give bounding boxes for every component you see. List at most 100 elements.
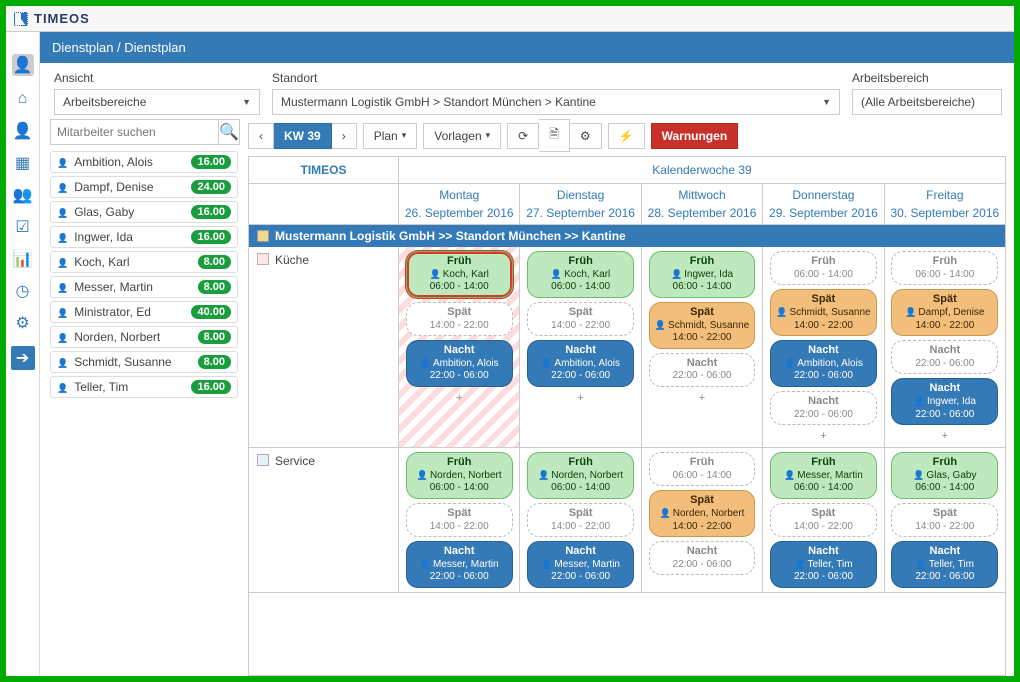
clock-icon[interactable]: ◷ bbox=[14, 282, 32, 300]
bolt-button[interactable]: ⚡ bbox=[608, 123, 645, 149]
home-icon[interactable]: ⌂ bbox=[14, 90, 32, 108]
day-cell[interactable]: Früh Messer, Martin 06:00 - 14:00 Spät 1… bbox=[763, 448, 884, 593]
shift-card[interactable]: Früh Glas, Gaby 06:00 - 14:00 bbox=[891, 452, 998, 499]
shift-card[interactable]: Nacht Ingwer, Ida 22:00 - 06:00 bbox=[891, 378, 998, 425]
shift-time: 14:00 - 22:00 bbox=[654, 332, 751, 345]
shift-card[interactable]: Früh 06:00 - 14:00 bbox=[770, 251, 877, 285]
hours-badge: 8.00 bbox=[198, 330, 231, 344]
shift-card[interactable]: Nacht Messer, Martin 22:00 - 06:00 bbox=[406, 541, 513, 588]
shift-time: 06:00 - 14:00 bbox=[654, 281, 751, 294]
shift-time: 22:00 - 06:00 bbox=[775, 409, 872, 422]
employee-item[interactable]: Messer, Martin 8.00 bbox=[50, 276, 238, 298]
shift-card[interactable]: Früh Koch, Karl 06:00 - 14:00 bbox=[406, 251, 513, 298]
shift-time: 22:00 - 06:00 bbox=[775, 571, 872, 584]
add-shift-button[interactable]: + bbox=[577, 391, 583, 405]
employee-item[interactable]: Glas, Gaby 16.00 bbox=[50, 201, 238, 223]
refresh-button[interactable]: ⟳ bbox=[507, 123, 539, 149]
employee-item[interactable]: Koch, Karl 8.00 bbox=[50, 251, 238, 273]
shift-card[interactable]: Spät 14:00 - 22:00 bbox=[406, 503, 513, 537]
day-header[interactable]: Donnerstag 29. September 2016 bbox=[763, 184, 884, 225]
day-header[interactable]: Dienstag 27. September 2016 bbox=[520, 184, 641, 225]
employee-item[interactable]: Teller, Tim 16.00 bbox=[50, 376, 238, 398]
day-cell[interactable]: Früh 06:00 - 14:00 Spät Schmidt, Susanne… bbox=[763, 247, 884, 448]
calendar-icon[interactable]: ▦ bbox=[14, 154, 32, 172]
shift-card[interactable]: Nacht Ambition, Alois 22:00 - 06:00 bbox=[770, 340, 877, 387]
add-shift-button[interactable]: + bbox=[942, 429, 948, 443]
shift-card[interactable]: Früh 06:00 - 14:00 bbox=[649, 452, 756, 486]
day-header[interactable]: Freitag 30. September 2016 bbox=[885, 184, 1005, 225]
shift-card[interactable]: Spät Dampf, Denise 14:00 - 22:00 bbox=[891, 289, 998, 336]
add-shift-button[interactable]: + bbox=[699, 391, 705, 405]
area-color-icon bbox=[257, 253, 269, 265]
people-icon[interactable]: 👥 bbox=[14, 186, 32, 204]
day-cell[interactable]: Früh Koch, Karl 06:00 - 14:00 Spät 14:00… bbox=[399, 247, 520, 448]
shift-person: Ambition, Alois bbox=[775, 358, 872, 371]
employee-item[interactable]: Ambition, Alois 16.00 bbox=[50, 151, 238, 173]
employee-item[interactable]: Norden, Norbert 8.00 bbox=[50, 326, 238, 348]
export-button[interactable]: 🗎 bbox=[539, 119, 570, 152]
shift-card[interactable]: Spät Norden, Norbert 14:00 - 22:00 bbox=[649, 490, 756, 537]
shift-card[interactable]: Früh Ingwer, Ida 06:00 - 14:00 bbox=[649, 251, 756, 298]
employee-name: Ministrator, Ed bbox=[57, 305, 151, 319]
employee-item[interactable]: Schmidt, Susanne 8.00 bbox=[50, 351, 238, 373]
employee-item[interactable]: Dampf, Denise 24.00 bbox=[50, 176, 238, 198]
person-icon bbox=[541, 559, 554, 570]
shift-card[interactable]: Spät Schmidt, Susanne 14:00 - 22:00 bbox=[649, 302, 756, 349]
day-cell[interactable]: Früh Koch, Karl 06:00 - 14:00 Spät 14:00… bbox=[520, 247, 641, 448]
shift-card[interactable]: Spät 14:00 - 22:00 bbox=[527, 302, 634, 336]
plan-menu-button[interactable]: Plan▾ bbox=[363, 123, 418, 149]
warnings-button[interactable]: Warnungen bbox=[651, 123, 739, 149]
shift-time: 14:00 - 22:00 bbox=[775, 521, 872, 534]
chart-icon[interactable]: 📊 bbox=[14, 250, 32, 268]
day-cell[interactable]: Früh Norden, Norbert 06:00 - 14:00 Spät … bbox=[520, 448, 641, 593]
arbeitsbereich-select[interactable]: (Alle Arbeitsbereiche) bbox=[852, 89, 1002, 115]
checklist-icon[interactable]: ☑ bbox=[14, 218, 32, 236]
day-cell[interactable]: Früh 06:00 - 14:00 Spät Dampf, Denise 14… bbox=[885, 247, 1005, 448]
gear-icon[interactable]: ⚙ bbox=[14, 314, 32, 332]
shift-card[interactable]: Nacht Messer, Martin 22:00 - 06:00 bbox=[527, 541, 634, 588]
shift-card[interactable]: Nacht Teller, Tim 22:00 - 06:00 bbox=[770, 541, 877, 588]
employee-item[interactable]: Ministrator, Ed 40.00 bbox=[50, 301, 238, 323]
add-shift-button[interactable]: + bbox=[456, 391, 462, 405]
shift-card[interactable]: Spät Schmidt, Susanne 14:00 - 22:00 bbox=[770, 289, 877, 336]
add-shift-button[interactable]: + bbox=[820, 429, 826, 443]
shift-card[interactable]: Spät 14:00 - 22:00 bbox=[891, 503, 998, 537]
hours-badge: 16.00 bbox=[191, 230, 231, 244]
shift-card[interactable]: Nacht 22:00 - 06:00 bbox=[770, 391, 877, 425]
shift-card[interactable]: Nacht Ambition, Alois 22:00 - 06:00 bbox=[406, 340, 513, 387]
current-user-avatar[interactable]: 👤 bbox=[12, 54, 34, 76]
employee-item[interactable]: Ingwer, Ida 16.00 bbox=[50, 226, 238, 248]
shift-card[interactable]: Früh Norden, Norbert 06:00 - 14:00 bbox=[527, 452, 634, 499]
day-header[interactable]: Montag 26. September 2016 bbox=[399, 184, 520, 225]
shift-card[interactable]: Nacht 22:00 - 06:00 bbox=[649, 541, 756, 575]
day-cell[interactable]: Früh Glas, Gaby 06:00 - 14:00 Spät 14:00… bbox=[885, 448, 1005, 593]
shift-card[interactable]: Spät 14:00 - 22:00 bbox=[406, 302, 513, 336]
current-week-button[interactable]: KW 39 bbox=[274, 123, 332, 149]
shift-card[interactable]: Früh Koch, Karl 06:00 - 14:00 bbox=[527, 251, 634, 298]
search-input[interactable] bbox=[50, 119, 219, 145]
prev-week-button[interactable]: ‹ bbox=[248, 123, 274, 149]
shift-card[interactable]: Nacht Ambition, Alois 22:00 - 06:00 bbox=[527, 340, 634, 387]
day-header[interactable]: Mittwoch 28. September 2016 bbox=[642, 184, 763, 225]
shift-card[interactable]: Nacht Teller, Tim 22:00 - 06:00 bbox=[891, 541, 998, 588]
shift-card[interactable]: Früh Messer, Martin 06:00 - 14:00 bbox=[770, 452, 877, 499]
ansicht-select[interactable]: Arbeitsbereiche ▼ bbox=[54, 89, 260, 115]
standort-select[interactable]: Mustermann Logistik GmbH > Standort Münc… bbox=[272, 89, 840, 115]
shift-card[interactable]: Nacht 22:00 - 06:00 bbox=[891, 340, 998, 374]
next-week-button[interactable]: › bbox=[332, 123, 357, 149]
person-icon[interactable]: 👤 bbox=[14, 122, 32, 140]
templates-menu-button[interactable]: Vorlagen▾ bbox=[423, 123, 501, 149]
shift-card[interactable]: Früh Norden, Norbert 06:00 - 14:00 bbox=[406, 452, 513, 499]
settings-button[interactable]: ⚙ bbox=[570, 123, 602, 149]
shift-title: Nacht bbox=[654, 545, 751, 559]
hours-badge: 24.00 bbox=[191, 180, 231, 194]
day-cell[interactable]: Früh Ingwer, Ida 06:00 - 14:00 Spät Schm… bbox=[642, 247, 763, 448]
shift-card[interactable]: Spät 14:00 - 22:00 bbox=[770, 503, 877, 537]
search-button[interactable]: 🔍 bbox=[219, 119, 240, 145]
shift-card[interactable]: Nacht 22:00 - 06:00 bbox=[649, 353, 756, 387]
collapse-icon[interactable]: ➔ bbox=[11, 346, 35, 370]
shift-card[interactable]: Früh 06:00 - 14:00 bbox=[891, 251, 998, 285]
day-cell[interactable]: Früh 06:00 - 14:00 Spät Norden, Norbert … bbox=[642, 448, 763, 593]
day-cell[interactable]: Früh Norden, Norbert 06:00 - 14:00 Spät … bbox=[399, 448, 520, 593]
shift-card[interactable]: Spät 14:00 - 22:00 bbox=[527, 503, 634, 537]
